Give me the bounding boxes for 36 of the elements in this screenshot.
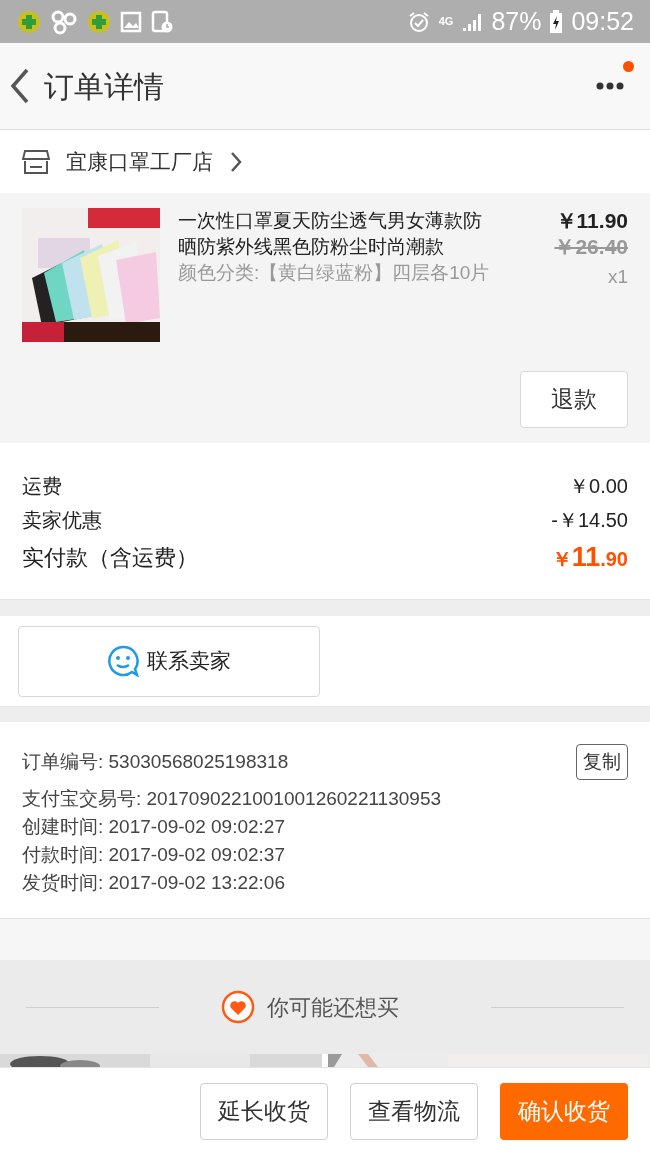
order-detail-line: 发货时间: 2017-09-02 13:22:06 (22, 871, 285, 895)
order-detail-line: 创建时间: 2017-09-02 09:02:27 (22, 815, 285, 839)
fee-label: 卖家优惠 (22, 508, 102, 533)
copy-button[interactable]: 复制 (576, 744, 628, 780)
more-icon (596, 82, 624, 90)
total-amount: ￥11.90 (551, 540, 628, 574)
network-type: 4G (438, 16, 454, 27)
order-detail-line: 支付宝交易号: 2017090221001001260221130953 (22, 787, 442, 811)
order-detail-line: 订单编号: 53030568025198318 (22, 750, 289, 774)
shop-link[interactable]: 宜康口罩工厂店 (66, 145, 243, 178)
fee-value: -￥14.50 (551, 508, 628, 533)
clock: 09:52 (571, 9, 634, 34)
battery-level: 87% (491, 9, 542, 34)
item-variant: 颜色分类:【黄白绿蓝粉】四层各10片 (178, 261, 491, 285)
battery-icon (549, 9, 564, 34)
page-title: 订单详情 (44, 68, 164, 105)
action-button[interactable]: 查看物流 (350, 1082, 478, 1140)
fee-label: 运费 (22, 474, 62, 499)
item-quantity: x1 (607, 265, 628, 289)
order-detail-line: 付款时间: 2017-09-02 09:02:37 (22, 843, 285, 867)
app-icon (50, 8, 78, 35)
chat-bubble-icon (107, 645, 139, 677)
image-icon (120, 10, 142, 33)
app-icon (86, 8, 112, 35)
contact-seller-button[interactable]: 联系卖家 (18, 625, 320, 697)
action-button[interactable]: 延长收货 (200, 1082, 328, 1140)
recommend-title: 你可能还想买 (267, 993, 399, 1022)
original-price: ￥26.40 (554, 234, 628, 260)
item-title: 一次性口罩夏天防尘透气男女薄款防晒防紫外线黑色防粉尘时尚潮款 (178, 209, 483, 259)
fee-value: ￥0.00 (569, 474, 628, 499)
app-icon (16, 8, 42, 35)
item-price: ￥11.90 (555, 208, 628, 234)
total-label: 实付款（含运费） (22, 543, 198, 572)
refund-button[interactable]: 退款 (520, 371, 628, 428)
screen-clock-icon (150, 9, 174, 34)
shop-icon (22, 148, 50, 175)
